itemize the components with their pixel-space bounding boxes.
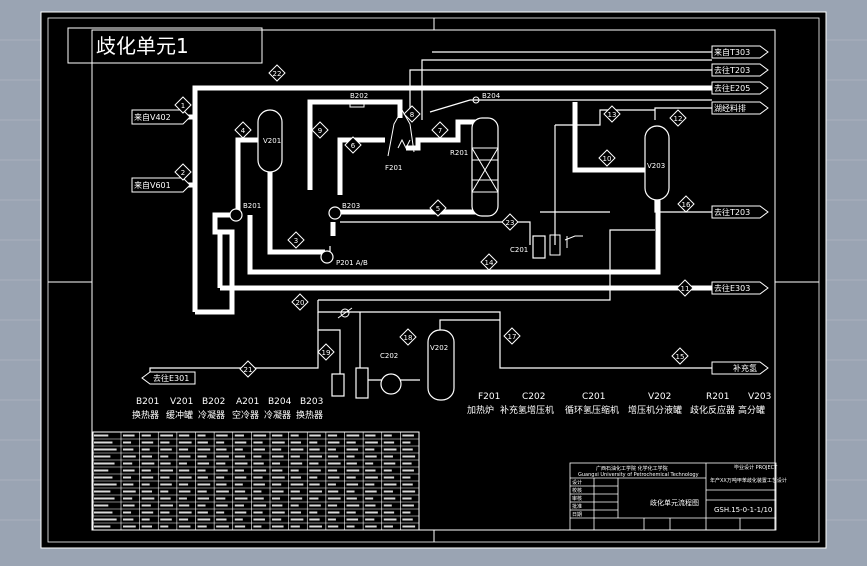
school-name: 广西石油化工学院 化学化工学院 xyxy=(596,465,668,472)
legend-name: 循环氢压缩机 xyxy=(565,404,619,416)
drawing-number: GSH.15-0-1-1/10 xyxy=(714,506,772,514)
stream-number: 4 xyxy=(241,127,246,135)
tag-v201: V201 xyxy=(263,137,281,145)
label-to-e301: 去往E301 xyxy=(153,373,189,383)
material-balance-table xyxy=(92,431,420,531)
stream-number: 19 xyxy=(322,349,331,357)
tag-f201: F201 xyxy=(385,164,402,172)
tag-b202: B202 xyxy=(350,92,368,100)
label-makeup-h2: 补充氢 xyxy=(733,363,757,373)
compressor-c202-body xyxy=(331,373,345,397)
legend-code: R201 xyxy=(706,392,729,402)
label-from-v402: 来自V402 xyxy=(134,112,171,122)
legend-name: 补充氢增压机 xyxy=(500,404,554,416)
stream-number: 6 xyxy=(351,142,356,150)
compressor-c201 xyxy=(532,235,546,259)
drawing-name: 歧化单元流程图 xyxy=(650,498,699,507)
stream-number: 22 xyxy=(273,70,282,78)
project-subtitle: 年产XX万吨甲苯歧化装置工艺设计 xyxy=(710,477,787,484)
school-name-en: Guangxi University of Petrochemical Tech… xyxy=(578,472,699,478)
tag-p201: P201 A/B xyxy=(336,259,368,267)
stream-number: 17 xyxy=(508,333,517,341)
legend-name: 冷凝器 xyxy=(198,409,225,421)
stream-number: 7 xyxy=(438,127,442,135)
stream-number: 1 xyxy=(181,102,185,110)
tag-c201: C201 xyxy=(510,246,528,254)
label-to-t203: 去往T203 xyxy=(714,65,750,75)
stream-number: 10 xyxy=(603,155,612,163)
stream-number: 12 xyxy=(674,115,683,123)
process-flow-diagram: 歧化单元1 来自V402 来自V601 来自T303 去往T203 去往E205… xyxy=(0,0,867,562)
stream-number: 20 xyxy=(296,299,305,307)
stream-number: 8 xyxy=(410,111,414,119)
legend-code: C202 xyxy=(522,392,545,402)
compressor-c202-motor xyxy=(355,367,369,399)
label-from-v601: 来自V601 xyxy=(134,180,171,190)
legend-name: 高分罐 xyxy=(738,404,765,416)
stream-number: 13 xyxy=(608,111,617,119)
stream-number: 3 xyxy=(294,237,298,245)
legend-code: V203 xyxy=(748,392,771,402)
label-to-e303: 去往E303 xyxy=(714,283,750,293)
legend-name: 缓冲罐 xyxy=(166,409,193,421)
legend-code: B204 xyxy=(268,397,292,407)
legend-code: B201 xyxy=(136,397,159,407)
legend-code: A201 xyxy=(236,397,259,407)
row-label: 审核 xyxy=(572,495,582,502)
stream-number: 23 xyxy=(506,219,515,227)
legend-code: C201 xyxy=(582,392,605,402)
legend-code: V201 xyxy=(170,397,193,407)
row-label: 批准 xyxy=(572,503,582,510)
stream-number: 11 xyxy=(681,285,690,293)
pump-p201 xyxy=(320,250,334,264)
legend-code: B203 xyxy=(300,397,323,407)
stream-number: 9 xyxy=(318,127,322,135)
legend-code: V202 xyxy=(648,392,671,402)
legend-name: 加热炉 xyxy=(467,404,494,416)
reactor-r201 xyxy=(471,117,499,217)
legend-name: 空冷器 xyxy=(232,409,259,421)
label-from-t303: 来自T303 xyxy=(714,47,750,57)
exchanger-b203 xyxy=(328,206,342,220)
row-label: 设计 xyxy=(572,479,582,486)
legend-code: B202 xyxy=(202,397,225,407)
stream-number: 21 xyxy=(244,366,253,374)
exchanger-b201 xyxy=(229,208,243,222)
project-title: 毕业设计 PROJECT xyxy=(734,464,778,471)
stream-number: 15 xyxy=(676,353,685,361)
label-hydrogen: 湖经料排 xyxy=(714,103,746,113)
cad-window: 歧化单元1 来自V402 来自V601 来自T303 去往T203 去往E205… xyxy=(0,0,867,562)
legend-name: 歧化反应器 xyxy=(690,404,735,416)
tag-c202: C202 xyxy=(380,352,398,360)
vessel-v202 xyxy=(427,329,455,401)
row-label: 日期 xyxy=(572,512,582,518)
tag-v203: V203 xyxy=(647,162,665,170)
stream-number: 14 xyxy=(485,259,494,267)
page-title: 歧化单元1 xyxy=(96,34,189,58)
legend-name: 增压机分液罐 xyxy=(628,404,682,416)
tag-b203: B203 xyxy=(342,202,360,210)
tag-r201: R201 xyxy=(450,149,468,157)
legend-name: 换热器 xyxy=(296,409,323,421)
legend-name: 冷凝器 xyxy=(264,409,291,421)
stream-number: 2 xyxy=(181,169,185,177)
legend-name: 换热器 xyxy=(132,409,159,421)
legend-code: F201 xyxy=(478,392,500,402)
label-to-e205: 去往E205 xyxy=(714,83,750,93)
tag-v202: V202 xyxy=(430,344,448,352)
row-label: 校核 xyxy=(572,487,582,494)
compressor-c202 xyxy=(380,373,402,395)
tag-b201: B201 xyxy=(243,202,261,210)
stream-number: 18 xyxy=(404,334,413,342)
label-to-t203b: 去往T203 xyxy=(714,207,750,217)
stream-number: 16 xyxy=(682,201,691,209)
tag-b204: B204 xyxy=(482,92,501,100)
stream-number: 5 xyxy=(436,205,440,213)
